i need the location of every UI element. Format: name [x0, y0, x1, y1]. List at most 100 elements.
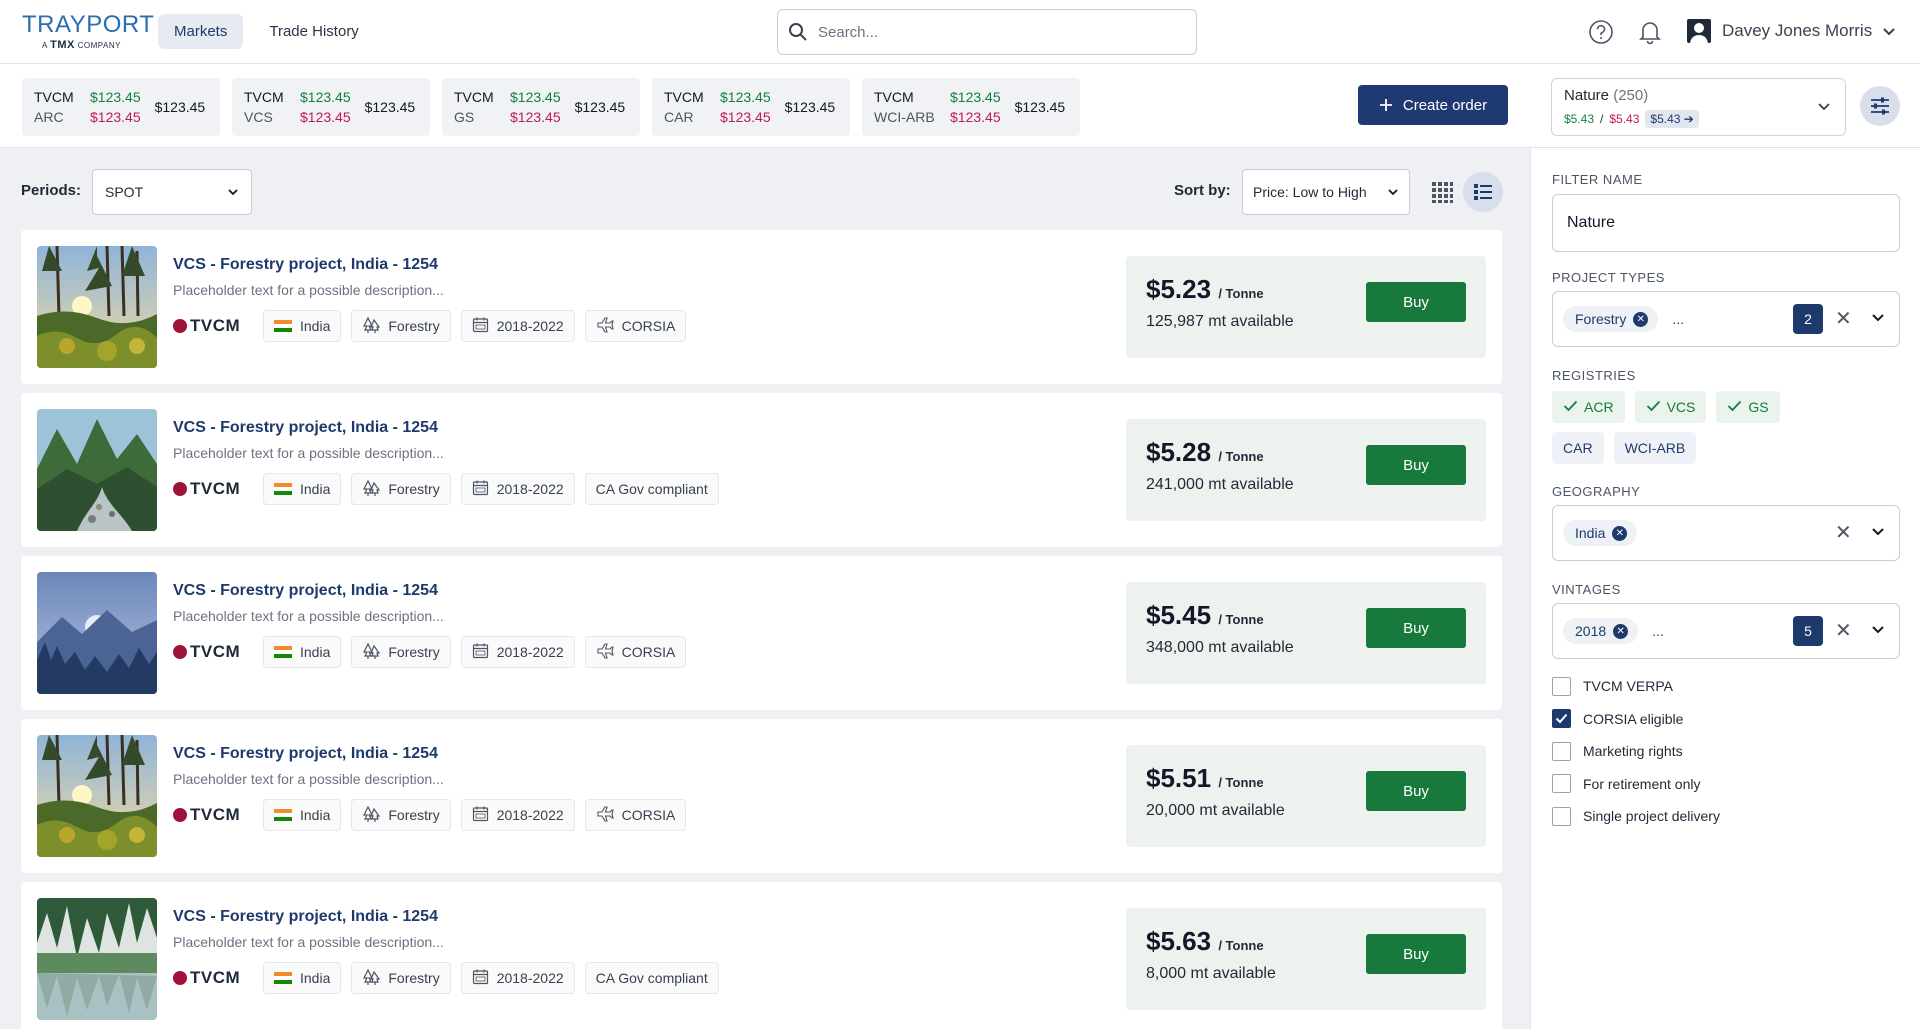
- project-image[interactable]: [37, 735, 157, 857]
- country-tag: India: [263, 473, 342, 505]
- clear-icon[interactable]: ✕: [1835, 620, 1852, 642]
- ticker-last: $123.45: [1014, 99, 1066, 115]
- list-view-button[interactable]: [1463, 172, 1503, 212]
- clear-icon[interactable]: ✕: [1835, 308, 1852, 330]
- chevron-down-icon: [1388, 189, 1398, 196]
- help-icon[interactable]: [1588, 19, 1614, 45]
- periods-select[interactable]: SPOT: [92, 169, 252, 215]
- chevron-down-icon: [228, 189, 238, 196]
- registry-chip-wci-arb[interactable]: WCI-ARB: [1613, 432, 1697, 464]
- buy-button[interactable]: Buy: [1366, 771, 1466, 811]
- checkbox[interactable]: [1552, 709, 1571, 728]
- price-value: $5.23 / Tonne: [1146, 274, 1264, 305]
- registry-label: ACR: [1584, 399, 1614, 415]
- checkbox[interactable]: [1552, 676, 1571, 696]
- clear-icon[interactable]: ✕: [1835, 522, 1852, 544]
- brand-label: TVCM: [190, 642, 241, 661]
- listing-title[interactable]: VCS - Forestry project, India - 1254: [173, 419, 438, 437]
- ticker-item[interactable]: TVCM VCS $123.45 $123.45 $123.45: [232, 78, 430, 136]
- ticker-ask: $123.45: [90, 109, 141, 125]
- option-checkboxes: TVCM VERPA CORSIA eligible Marketing right…: [1552, 676, 1720, 839]
- vintage-tag: 2018-2022: [460, 310, 575, 342]
- ticker-item[interactable]: TVCM WCI-ARB $123.45 $123.45 $123.45: [862, 78, 1080, 136]
- listing-title[interactable]: VCS - Forestry project, India - 1254: [173, 256, 438, 274]
- user-menu[interactable]: Davey Jones Morris: [1686, 18, 1896, 44]
- search-box[interactable]: [777, 9, 1197, 55]
- registry-chip-acr[interactable]: ACR: [1552, 391, 1625, 423]
- remove-chip-icon[interactable]: ✕: [1633, 311, 1649, 327]
- buy-button[interactable]: Buy: [1366, 282, 1466, 322]
- project-image[interactable]: [37, 409, 157, 531]
- remove-chip-icon[interactable]: ✕: [1613, 623, 1629, 639]
- listing-card[interactable]: VCS - Forestry project, India - 1254 Plac…: [21, 393, 1502, 547]
- create-order-button[interactable]: Create order: [1358, 85, 1508, 125]
- geography-select[interactable]: India ✕ ✕: [1552, 505, 1900, 561]
- geography-chip[interactable]: India ✕: [1563, 520, 1638, 546]
- ticker-item[interactable]: TVCM CAR $123.45 $123.45 $123.45: [652, 78, 850, 136]
- chevron-down-icon[interactable]: [1871, 524, 1885, 538]
- bell-icon[interactable]: [1637, 19, 1663, 45]
- checkbox[interactable]: [1552, 774, 1571, 793]
- checkbox-row[interactable]: Marketing rights: [1552, 741, 1720, 761]
- registry-chip-gs[interactable]: GS: [1716, 391, 1780, 423]
- sort-label: Sort by:: [1174, 182, 1231, 199]
- calendar-icon: [472, 316, 489, 336]
- checkbox-row[interactable]: For retirement only: [1552, 774, 1720, 794]
- list-icon: [1474, 184, 1492, 200]
- create-order-label: Create order: [1402, 96, 1488, 114]
- listing-title[interactable]: VCS - Forestry project, India - 1254: [173, 745, 438, 763]
- ticker-item[interactable]: TVCM GS $123.45 $123.45 $123.45: [442, 78, 640, 136]
- listing-card[interactable]: VCS - Forestry project, India - 1254 Plac…: [21, 719, 1502, 873]
- buy-button[interactable]: Buy: [1366, 445, 1466, 485]
- buy-button[interactable]: Buy: [1366, 608, 1466, 648]
- listing-card[interactable]: VCS - Forestry project, India - 1254 Plac…: [21, 556, 1502, 710]
- registry-chip-vcs[interactable]: VCS: [1634, 391, 1707, 423]
- grid-view-button[interactable]: [1424, 174, 1460, 210]
- chevron-down-icon[interactable]: [1871, 310, 1885, 324]
- listing-title[interactable]: VCS - Forestry project, India - 1254: [173, 582, 438, 600]
- checkbox-row[interactable]: TVCM VERPA: [1552, 676, 1720, 696]
- tvcm-logo-icon: [173, 482, 187, 496]
- registry-chip-car[interactable]: CAR: [1552, 432, 1604, 464]
- filter-settings-button[interactable]: [1860, 86, 1900, 126]
- project-image[interactable]: [37, 898, 157, 1020]
- checkbox[interactable]: [1552, 741, 1571, 761]
- nav-tab-markets[interactable]: Markets: [158, 14, 244, 49]
- price-value: $5.63 / Tonne: [1146, 926, 1264, 957]
- compliance-tag: CORSIA: [584, 799, 687, 831]
- filter-name-input[interactable]: Nature: [1552, 194, 1900, 252]
- project-image[interactable]: [37, 246, 157, 368]
- logo-wordmark: TRAYPORT: [22, 11, 155, 38]
- checkbox-row[interactable]: CORSIA eligible: [1552, 709, 1720, 729]
- nav-tab-trade-history[interactable]: Trade History: [253, 14, 374, 49]
- chevron-down-icon[interactable]: [1871, 622, 1885, 636]
- trayport-logo[interactable]: TRAYPORT A TMX COMPANY: [22, 11, 155, 52]
- checkbox[interactable]: [1552, 806, 1571, 826]
- checkbox-row[interactable]: Single project delivery: [1552, 806, 1720, 826]
- vintage-chip[interactable]: 2018 ✕: [1563, 618, 1639, 644]
- vintages-select[interactable]: 2018 ✕ ... 5 ✕: [1552, 603, 1900, 659]
- ticker-item[interactable]: TVCM ARC $123.45 $123.45 $123.45: [22, 78, 220, 136]
- vintage-label: 2018-2022: [496, 318, 564, 334]
- plane-icon: [596, 316, 614, 337]
- sort-select[interactable]: Price: Low to High: [1242, 169, 1410, 215]
- tvcm-brand: TVCM: [173, 805, 253, 825]
- project-image[interactable]: [37, 572, 157, 694]
- listing-title[interactable]: VCS - Forestry project, India - 1254: [173, 908, 438, 926]
- arrow-right-icon: ➔: [1683, 112, 1694, 126]
- ticker-symbol-col: TVCM WCI-ARB: [874, 89, 936, 125]
- country-label: India: [300, 318, 331, 334]
- vintage-label: 2018-2022: [496, 970, 564, 986]
- listing-card[interactable]: VCS - Forestry project, India - 1254 Plac…: [21, 882, 1502, 1029]
- check-icon: [1727, 399, 1742, 415]
- logo-tagline: A TMX COMPANY: [42, 39, 121, 51]
- saved-filter-select[interactable]: Nature (250) $5.43 / $5.43 $5.43 ➔: [1551, 78, 1846, 136]
- vintage-tag: 2018-2022: [460, 799, 575, 831]
- buy-button[interactable]: Buy: [1366, 934, 1466, 974]
- project-types-select[interactable]: Forestry ✕ ... 2 ✕: [1552, 291, 1900, 347]
- listing-card[interactable]: VCS - Forestry project, India - 1254 Plac…: [21, 230, 1502, 384]
- ticker-ask: $123.45: [300, 109, 351, 125]
- search-input[interactable]: [818, 23, 1178, 41]
- remove-chip-icon[interactable]: ✕: [1612, 525, 1628, 541]
- project-type-chip[interactable]: Forestry ✕: [1563, 306, 1659, 332]
